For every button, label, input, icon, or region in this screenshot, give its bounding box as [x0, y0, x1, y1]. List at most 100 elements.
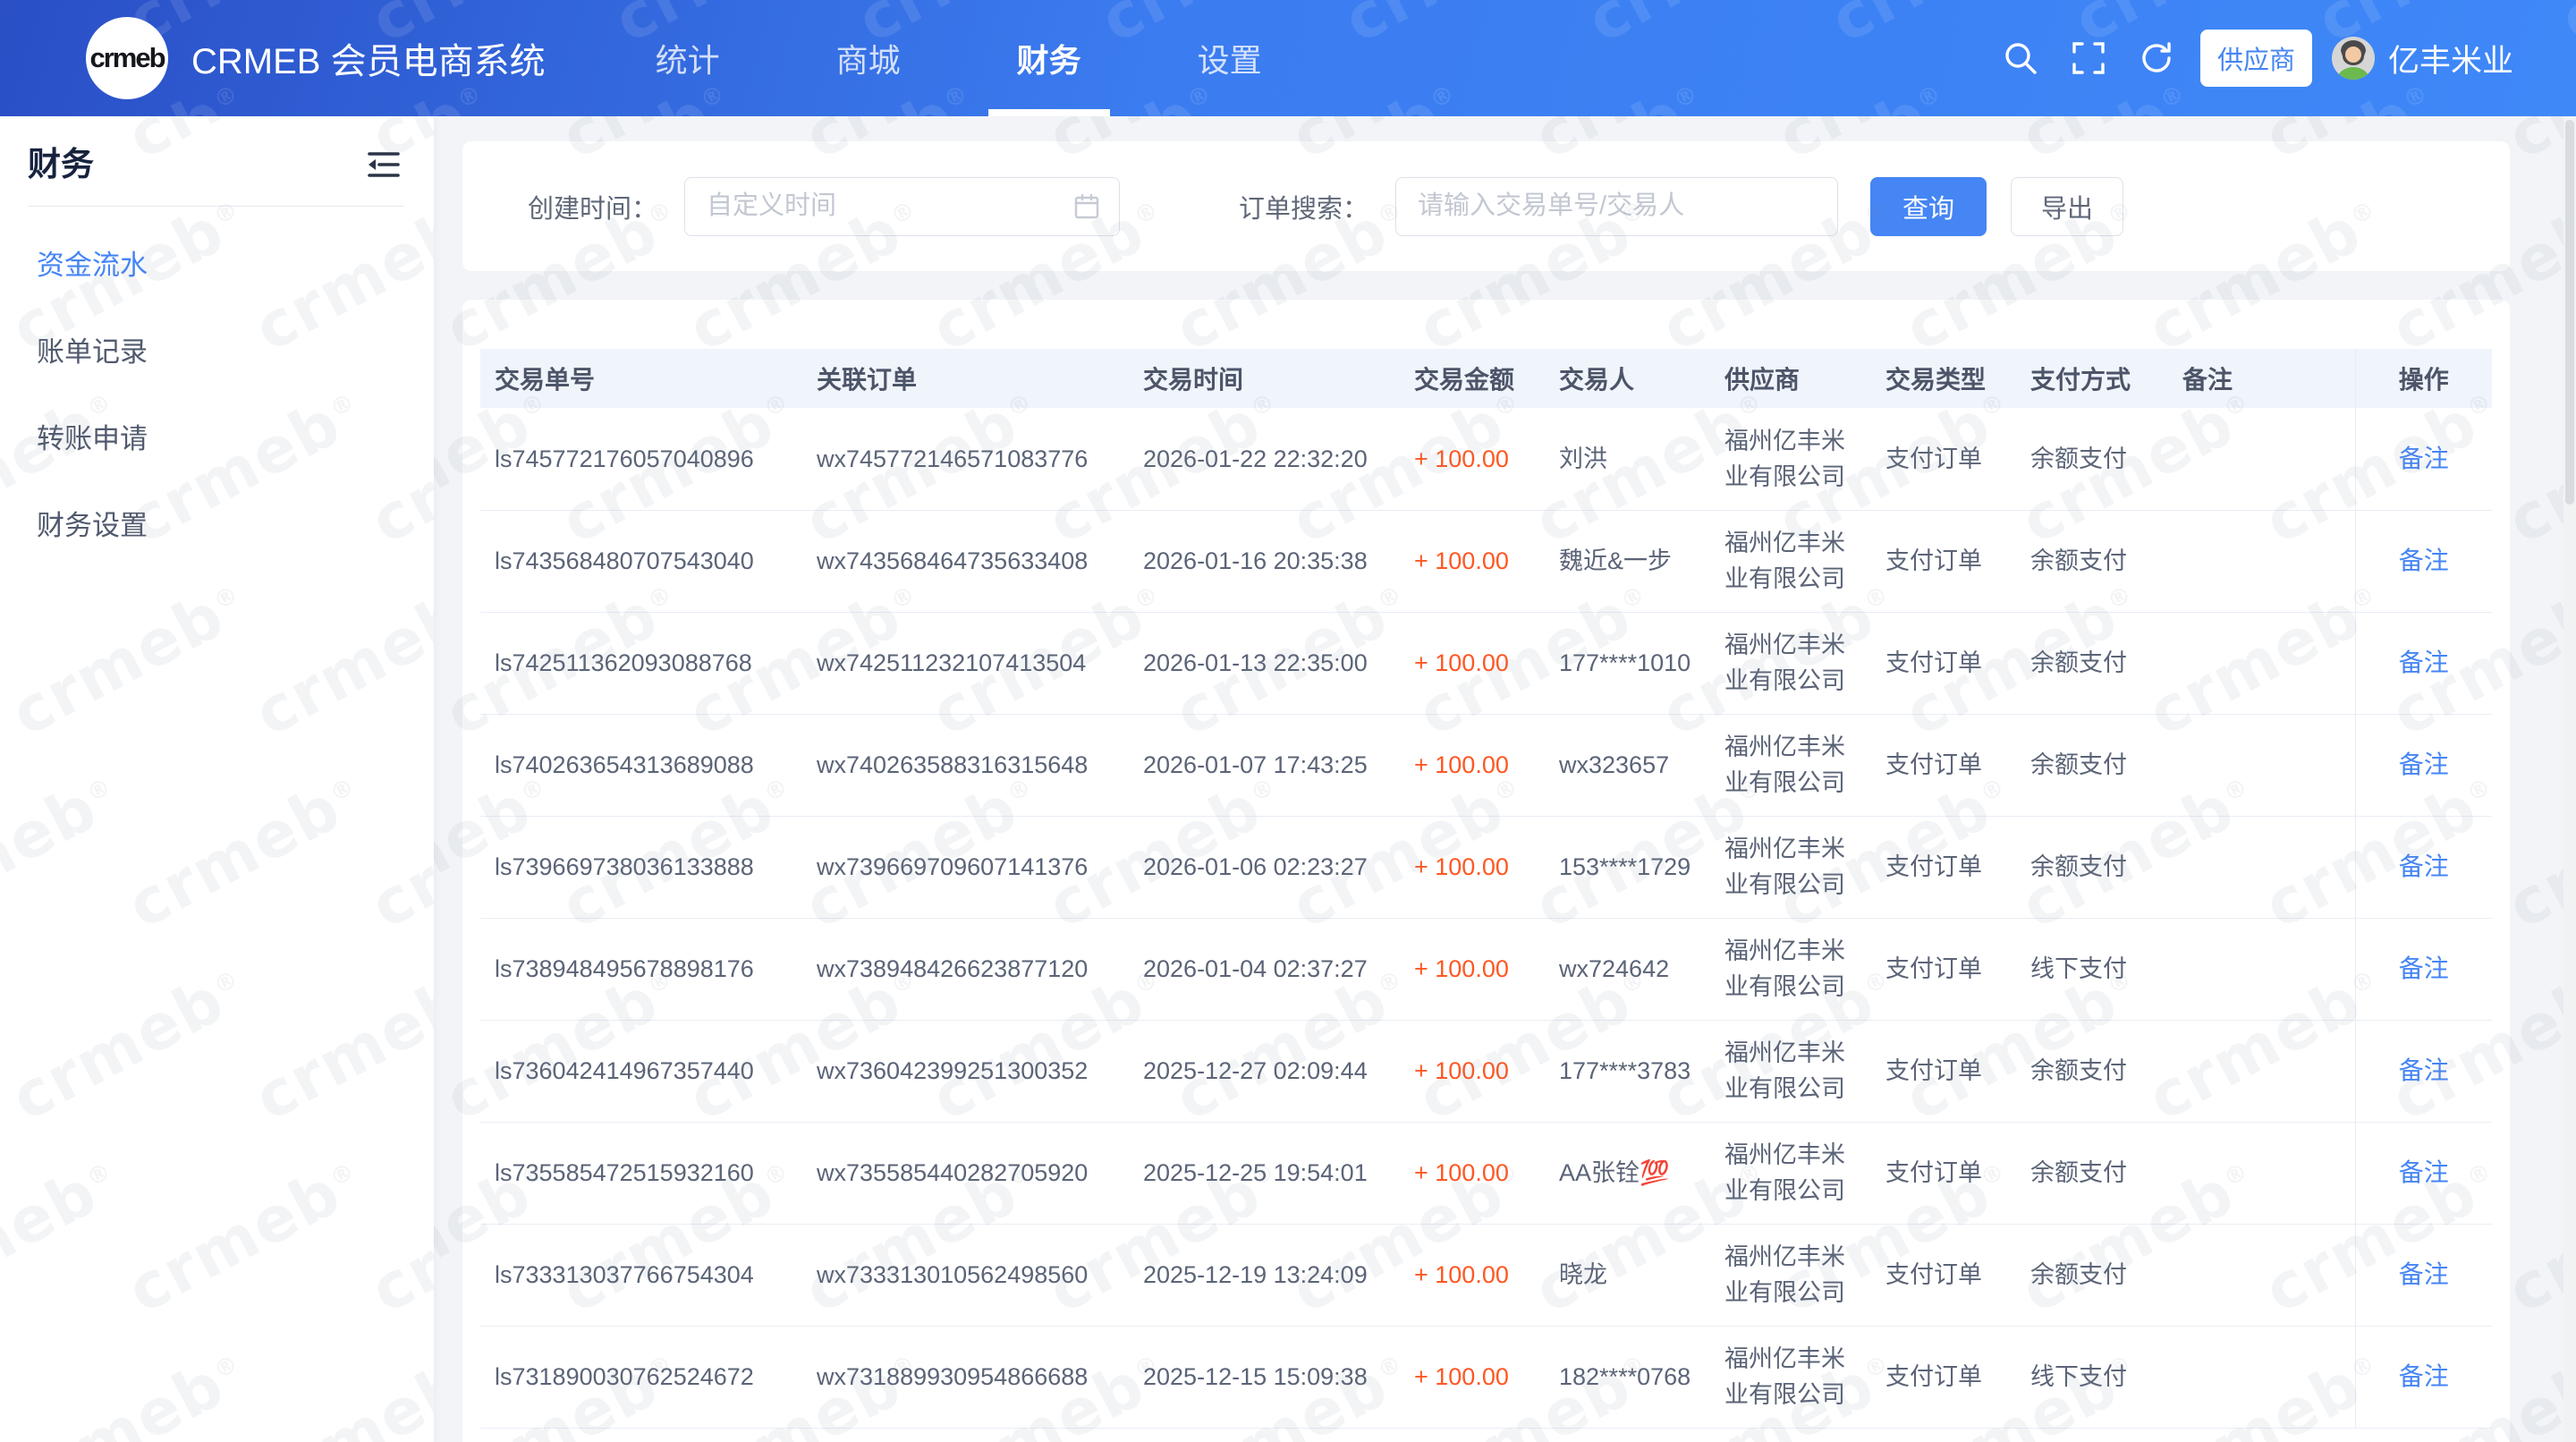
nav-tab-mall[interactable]: 商城 — [808, 0, 929, 116]
cell-supplier: 福州亿丰米业有限公司 — [1717, 612, 1878, 714]
nav-tab-finance[interactable]: 财务 — [988, 0, 1110, 116]
remark-link[interactable]: 备注 — [2399, 751, 2449, 778]
remark-link[interactable]: 备注 — [2399, 547, 2449, 574]
cell-type: 支付订单 — [1878, 408, 2023, 510]
cell-related_no: wx743568464735633408 — [809, 510, 1136, 612]
cell-type: 支付订单 — [1878, 714, 2023, 816]
fullscreen-icon[interactable] — [2068, 38, 2109, 79]
cell-related_no: wx739669709607141376 — [809, 816, 1136, 918]
cell-type: 支付订单 — [1878, 612, 2023, 714]
search-icon[interactable] — [2000, 38, 2041, 79]
cell-amount: + 100.00 — [1407, 1020, 1552, 1122]
column-header-amount: 交易金额 — [1407, 349, 1552, 408]
sidebar-item-fund-flow[interactable]: 资金流水 — [0, 219, 434, 306]
table-row: ls735585472515932160wx735585440282705920… — [480, 1122, 2492, 1224]
page-scrollbar-thumb[interactable] — [2565, 120, 2574, 505]
cell-pay: 余额支付 — [2023, 510, 2175, 612]
supplier-role-badge[interactable]: 供应商 — [2200, 30, 2312, 87]
user-avatar[interactable] — [2332, 37, 2375, 80]
cell-action: 备注 — [2355, 510, 2492, 612]
cell-order_no: ls735585472515932160 — [480, 1122, 809, 1224]
sidebar-collapse-icon[interactable] — [364, 147, 403, 182]
remark-link[interactable]: 备注 — [2399, 852, 2449, 880]
nav-tab-settings[interactable]: 设置 — [1169, 0, 1291, 116]
cell-time: 2026-01-22 22:32:20 — [1136, 408, 1407, 510]
table-row: ls739669738036133888wx739669709607141376… — [480, 816, 2492, 918]
cell-order_no: ls742511362093088768 — [480, 612, 809, 714]
cell-remark — [2175, 1224, 2355, 1326]
cell-pay: 余额支付 — [2023, 612, 2175, 714]
cell-related_no: wx745772146571083776 — [809, 408, 1136, 510]
remark-link[interactable]: 备注 — [2399, 954, 2449, 982]
cell-amount: + 100.00 — [1407, 1326, 1552, 1428]
cell-time: 2025-12-15 15:09:38 — [1136, 1326, 1407, 1428]
cell-related_no: wx731889930954866688 — [809, 1326, 1136, 1428]
cell-remark — [2175, 1020, 2355, 1122]
table-row: ls738948495678898176wx738948426623877120… — [480, 918, 2492, 1020]
sidebar-menu: 资金流水 账单记录 转账申请 财务设置 — [0, 207, 434, 566]
sidebar-item-bill-records[interactable]: 账单记录 — [0, 306, 434, 393]
remark-link[interactable]: 备注 — [2399, 1362, 2449, 1390]
sidebar-title: 财务 — [28, 148, 94, 182]
cell-amount: + 100.00 — [1407, 714, 1552, 816]
cell-pay: 余额支付 — [2023, 1224, 2175, 1326]
cell-remark — [2175, 1122, 2355, 1224]
top-nav-tabs: 统计 商城 财务 设置 — [597, 0, 1320, 116]
cell-action: 备注 — [2355, 1224, 2492, 1326]
cell-order_no: ls745772176057040896 — [480, 408, 809, 510]
date-range-input[interactable] — [685, 178, 1119, 235]
watermark-text: crmeb® — [0, 65, 15, 116]
cell-amount: + 100.00 — [1407, 510, 1552, 612]
create-time-label: 创建时间： — [528, 188, 657, 225]
cell-trader: AA张铨💯 — [1552, 1122, 1717, 1224]
fund-flow-table: 交易单号关联订单交易时间交易金额交易人供应商交易类型支付方式备注操作 ls745… — [480, 349, 2492, 1429]
remark-link[interactable]: 备注 — [2399, 1056, 2449, 1084]
cell-type: 支付订单 — [1878, 1326, 2023, 1428]
cell-amount: + 100.00 — [1407, 612, 1552, 714]
remark-link[interactable]: 备注 — [2399, 649, 2449, 676]
page-scrollbar[interactable] — [2563, 116, 2576, 1442]
cell-order_no: ls743568480707543040 — [480, 510, 809, 612]
watermark-text: crmeb® — [434, 566, 449, 751]
cell-supplier: 福州亿丰米业有限公司 — [1717, 1020, 1878, 1122]
cell-type: 支付订单 — [1878, 510, 2023, 612]
create-time-filter: 创建时间： — [528, 177, 1120, 236]
order-search-input[interactable] — [1396, 178, 1837, 235]
cell-time: 2026-01-07 17:43:25 — [1136, 714, 1407, 816]
refresh-icon[interactable] — [2136, 38, 2177, 79]
cell-amount: + 100.00 — [1407, 1224, 1552, 1326]
column-header-time: 交易时间 — [1136, 349, 1407, 408]
query-button[interactable]: 查询 — [1870, 177, 1987, 236]
remark-link[interactable]: 备注 — [2399, 1260, 2449, 1288]
table-header-row: 交易单号关联订单交易时间交易金额交易人供应商交易类型支付方式备注操作 — [480, 349, 2492, 408]
watermark-text: crmeb® — [434, 951, 449, 1135]
remark-link[interactable]: 备注 — [2399, 445, 2449, 472]
app-logo-text: crmeb — [89, 42, 164, 74]
cell-trader: 魏近&一步 — [1552, 510, 1717, 612]
cell-amount: + 100.00 — [1407, 408, 1552, 510]
watermark-text: crmeb® — [434, 182, 449, 366]
table-row: ls745772176057040896wx745772146571083776… — [480, 408, 2492, 510]
column-header-order_no: 交易单号 — [480, 349, 809, 408]
sidebar-item-finance-settings[interactable]: 财务设置 — [0, 479, 434, 566]
calendar-icon[interactable] — [1072, 192, 1101, 221]
cell-remark — [2175, 1326, 2355, 1428]
cell-amount: + 100.00 — [1407, 918, 1552, 1020]
remark-link[interactable]: 备注 — [2399, 1158, 2449, 1186]
watermark-text: crmeb® — [2548, 0, 2576, 57]
nav-tab-statistics[interactable]: 统计 — [627, 0, 749, 116]
navbar-right-cluster: 供应商 亿丰米业 — [1973, 0, 2513, 116]
cell-trader: wx724642 — [1552, 918, 1717, 1020]
fund-flow-table-card: 交易单号关联订单交易时间交易金额交易人供应商交易类型支付方式备注操作 ls745… — [462, 300, 2510, 1442]
username-text[interactable]: 亿丰米业 — [2388, 36, 2513, 81]
cell-related_no: wx735585440282705920 — [809, 1122, 1136, 1224]
cell-type: 支付订单 — [1878, 816, 2023, 918]
cell-time: 2026-01-16 20:35:38 — [1136, 510, 1407, 612]
export-button[interactable]: 导出 — [2011, 177, 2123, 236]
watermark-text: crmeb® — [1459, 65, 1718, 116]
table-row: ls736042414967357440wx736042399251300352… — [480, 1020, 2492, 1122]
sidebar-item-transfer-request[interactable]: 转账申请 — [0, 393, 434, 479]
sidebar-header: 财务 — [0, 116, 434, 206]
watermark-text: crmeb® — [1702, 65, 1962, 116]
cell-trader: 177****3783 — [1552, 1020, 1717, 1122]
